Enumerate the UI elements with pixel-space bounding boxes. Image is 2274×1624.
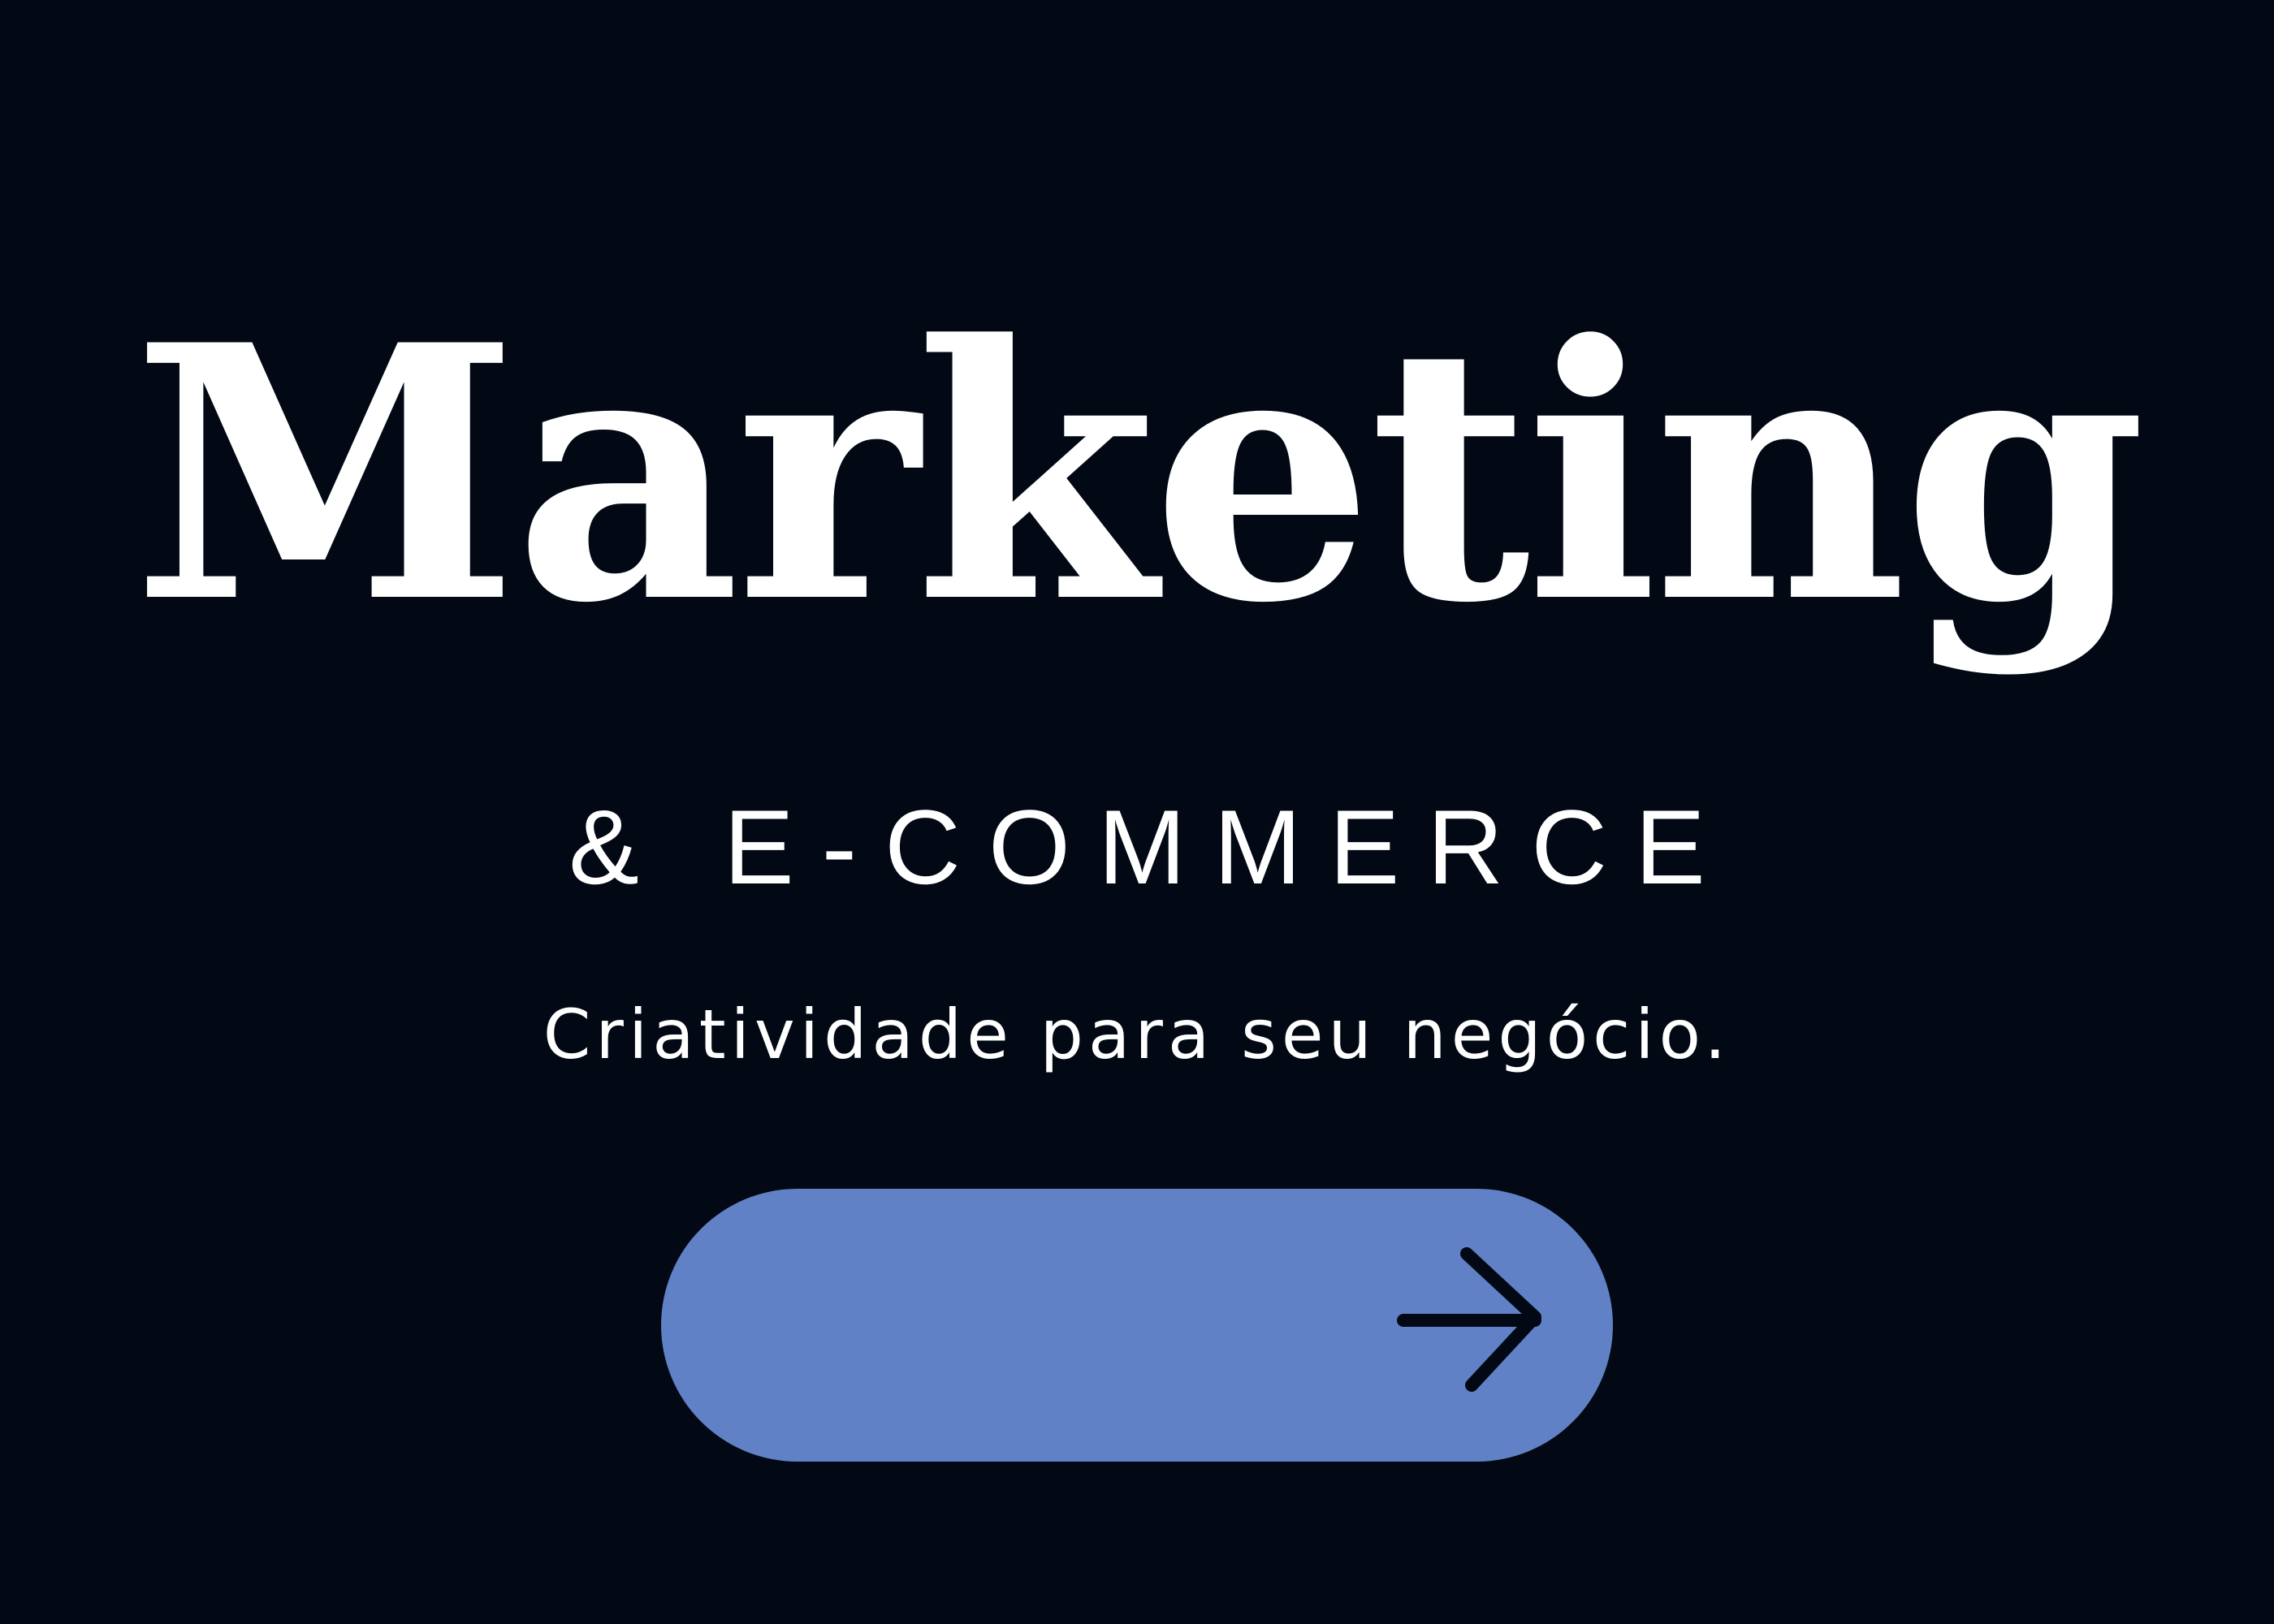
page-subtitle: & E-COMMERCE (568, 788, 1733, 906)
page-title: Marketing (132, 270, 2146, 680)
hero-banner: Marketing & E-COMMERCE Criatividade para… (0, 0, 2274, 1624)
arrow-right-icon (1397, 1247, 1541, 1392)
tagline: Criatividade para seu negócio. (543, 995, 1731, 1074)
next-button[interactable] (661, 1189, 1613, 1462)
